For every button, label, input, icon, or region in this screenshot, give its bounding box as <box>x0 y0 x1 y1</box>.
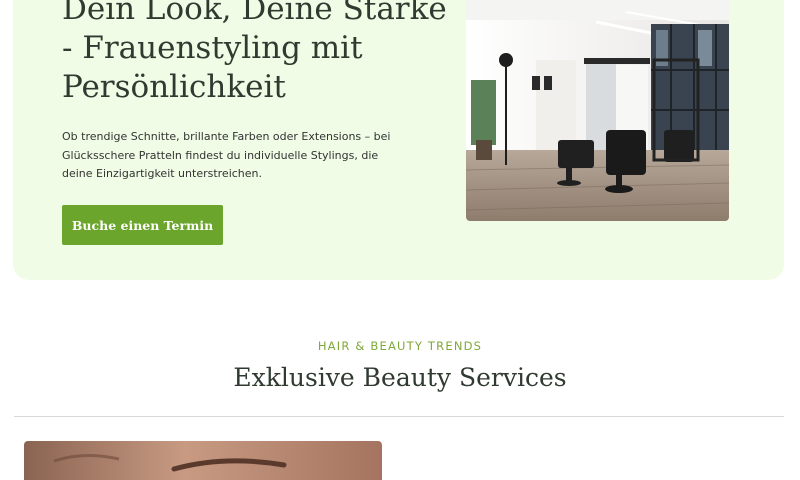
hero-description: Ob trendige Schnitte, brillante Farben o… <box>62 130 391 180</box>
services-section-title: Exklusive Beauty Services <box>233 363 567 392</box>
book-appointment-button[interactable]: Buche einen Termin <box>62 205 223 245</box>
section-eyebrow: HAIR & BEAUTY TRENDS <box>317 339 483 353</box>
beauty-service-photo <box>24 441 382 480</box>
salon-interior-photo <box>466 0 729 221</box>
hero-title: Dein Look, Deine Stärke - Frauenstyling … <box>62 0 447 105</box>
section-divider <box>14 416 784 417</box>
